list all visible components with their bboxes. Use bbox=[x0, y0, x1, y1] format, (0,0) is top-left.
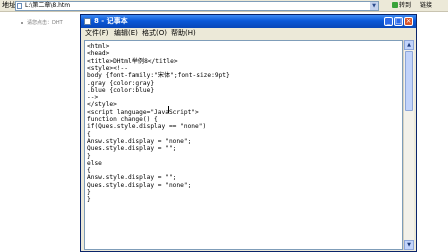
chevron-down-icon[interactable]: ▼ bbox=[370, 2, 378, 10]
address-bar: 地址(D) L:\第二章\8.htm ▼ 转到 链接 bbox=[0, 0, 448, 12]
code-line: Ques.style.display = "none"; bbox=[87, 181, 192, 189]
address-input[interactable]: L:\第二章\8.htm ▼ bbox=[15, 1, 379, 11]
scroll-thumb[interactable] bbox=[405, 51, 413, 111]
menu-help[interactable]: 帮助(H) bbox=[171, 28, 196, 39]
go-label: 转到 bbox=[399, 2, 412, 9]
code-line: Ques.style.display = ""; bbox=[87, 145, 177, 153]
menu-edit[interactable]: 编辑(E) bbox=[114, 28, 138, 39]
go-button[interactable]: 转到 bbox=[392, 1, 414, 10]
links-button[interactable]: 链接 bbox=[420, 1, 432, 10]
scroll-down-icon[interactable]: ▼ bbox=[404, 240, 414, 250]
code-line: function change() { bbox=[87, 116, 158, 123]
code-line: Answ.style.display = ""; bbox=[87, 174, 177, 182]
code-line: { bbox=[87, 167, 91, 175]
scroll-up-icon[interactable]: ▲ bbox=[404, 40, 414, 50]
bullet-icon bbox=[21, 22, 23, 24]
code-line: <html> bbox=[87, 43, 110, 50]
code-line: Answ.style.display = "none"; bbox=[87, 137, 192, 145]
menu-bar: 文件(F) 编辑(E) 格式(O) 帮助(H) bbox=[81, 28, 416, 39]
menu-file[interactable]: 文件(F) bbox=[85, 28, 109, 39]
window-title: 8 - 记事本 bbox=[94, 17, 128, 25]
text-caret bbox=[168, 106, 169, 113]
code-line: } bbox=[87, 196, 91, 204]
code-line: <head> bbox=[87, 50, 110, 58]
links-label: 链接 bbox=[420, 2, 433, 9]
go-arrow-icon bbox=[392, 2, 398, 8]
menu-format[interactable]: 格式(O) bbox=[142, 28, 167, 39]
vertical-scrollbar[interactable]: ▲ ▼ bbox=[403, 40, 414, 250]
code-line: } bbox=[87, 189, 91, 196]
code-line: body {font-family:"宋体";font-size:9pt} bbox=[87, 72, 230, 80]
close-button[interactable]: × bbox=[404, 17, 413, 26]
file-icon bbox=[17, 3, 22, 9]
notepad-window: 8 - 记事本 _ □ × 文件(F) 编辑(E) 格式(O) 帮助(H) <h… bbox=[80, 14, 417, 252]
code-line: { bbox=[87, 130, 91, 138]
code-line: } bbox=[87, 152, 91, 160]
code-line: <script language="JavaScript"> bbox=[87, 108, 199, 116]
text-editor[interactable]: <html> <head> <title>DHtml举例8</title> <s… bbox=[84, 40, 403, 250]
minimize-button[interactable]: _ bbox=[384, 17, 393, 26]
maximize-button[interactable]: □ bbox=[394, 17, 403, 26]
page-link[interactable]: 请您点击：DHT bbox=[27, 19, 63, 26]
code-line: if(Ques.style.display == "none") bbox=[87, 123, 207, 131]
title-bar[interactable]: 8 - 记事本 _ □ × bbox=[81, 15, 416, 28]
notepad-icon bbox=[84, 18, 91, 25]
code-line: else bbox=[87, 159, 102, 167]
code-line: .blue {color:blue} bbox=[87, 86, 155, 94]
code-line: </style> bbox=[87, 101, 117, 109]
code-line: --> bbox=[87, 94, 99, 102]
code-line: .gray {color:gray} bbox=[87, 79, 155, 87]
address-text[interactable]: L:\第二章\8.htm bbox=[25, 2, 70, 10]
code-line: <title>DHtml举例8</title> bbox=[87, 57, 178, 65]
